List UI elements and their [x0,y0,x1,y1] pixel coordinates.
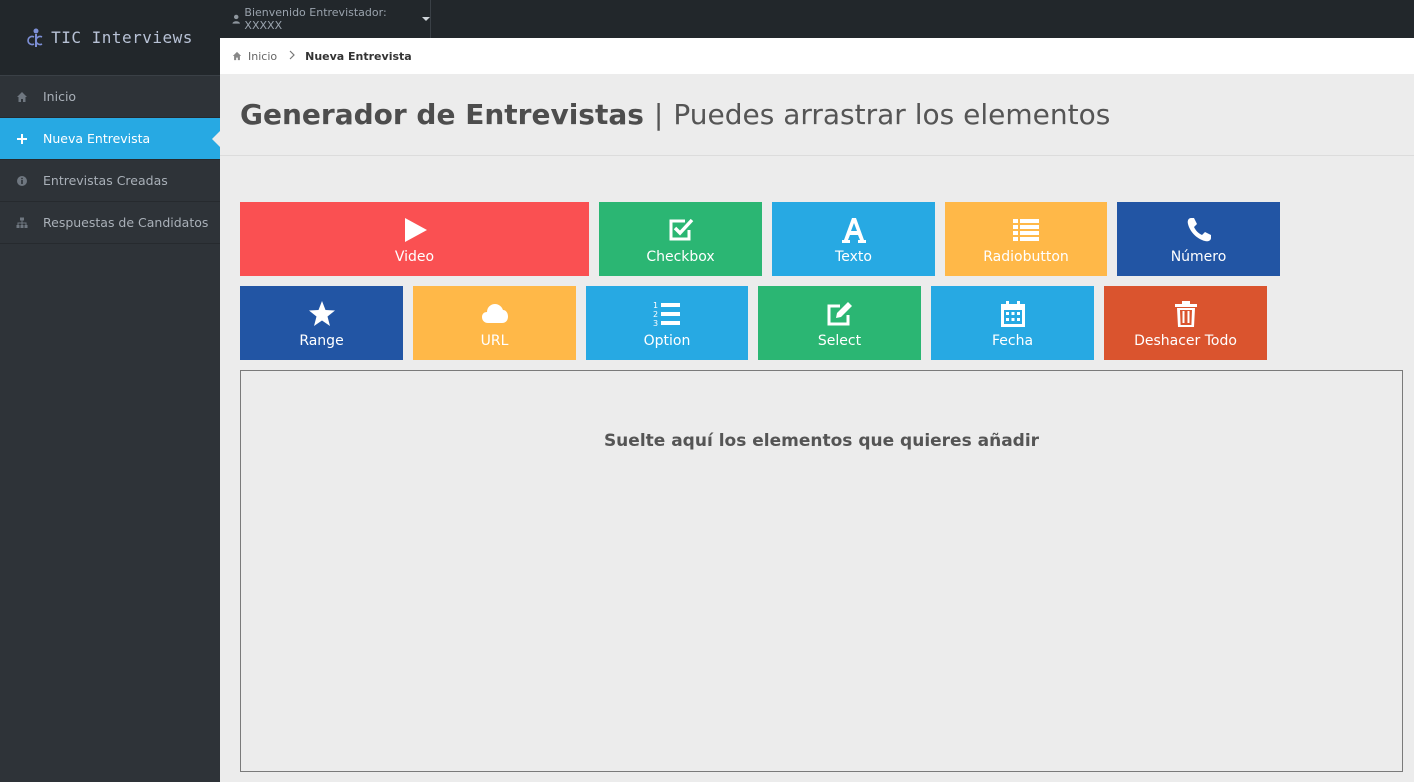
dropzone-text: Suelte aquí los elementos que quieres añ… [603,431,1040,451]
play-icon [400,215,430,245]
sitemap-icon [16,217,28,229]
numero-tile[interactable]: Número [1117,202,1280,276]
tile-label: Radiobutton [983,249,1069,265]
sidebar-item-inicio[interactable]: Inicio [0,76,220,118]
sidebar-item-label: Inicio [43,89,77,104]
list-icon [1011,215,1041,245]
breadcrumb: Inicio Nueva Entrevista [220,38,1414,74]
radiobutton-tile[interactable]: Radiobutton [945,202,1107,276]
tile-label: Option [643,333,691,349]
logo[interactable]: TIC Interviews [0,0,220,76]
tile-label: Deshacer Todo [1134,333,1237,349]
sidebar-item-respuestas-candidatos[interactable]: Respuestas de Candidatos [0,202,220,244]
tile-label: Select [817,333,862,349]
option-tile[interactable]: 123 Option [586,286,748,360]
user-menu[interactable]: Bienvenido Entrevistador: XXXXX [220,0,431,38]
edit-icon [825,299,855,329]
sidebar-item-entrevistas-creadas[interactable]: Entrevistas Creadas [0,160,220,202]
texto-tile[interactable]: Texto [772,202,935,276]
tile-label: Número [1170,249,1227,265]
logo-text: TIC Interviews [51,28,193,47]
title-separator: | [653,98,664,131]
home-icon [232,51,242,61]
tile-label: Video [394,249,435,265]
video-tile[interactable]: Video [240,202,589,276]
tile-label: Fecha [991,333,1034,349]
dropzone[interactable]: Suelte aquí los elementos que quieres añ… [240,370,1403,772]
fecha-tile[interactable]: Fecha [931,286,1094,360]
logo-icon [27,28,43,47]
svg-text:1: 1 [653,301,658,310]
page-title: Generador de Entrevistas [240,98,644,131]
check-square-icon [666,215,696,245]
trash-icon [1171,299,1201,329]
sidebar-item-label: Respuestas de Candidatos [43,215,209,230]
url-tile[interactable]: URL [413,286,576,360]
plus-icon [16,133,28,145]
tile-label: Texto [835,249,872,265]
ordered-list-icon: 123 [652,299,682,329]
topbar: Bienvenido Entrevistador: XXXXX [220,0,1414,38]
page-header: Generador de Entrevistas | Puedes arrast… [220,74,1414,156]
user-icon [232,14,240,24]
font-icon [839,215,869,245]
tile-label: URL [480,333,509,349]
calendar-icon [998,299,1028,329]
select-tile[interactable]: Select [758,286,921,360]
sidebar-item-label: Nueva Entrevista [43,131,151,146]
home-icon [16,91,28,103]
range-tile[interactable]: Range [240,286,403,360]
svg-text:2: 2 [653,310,658,319]
sidebar-item-nueva-entrevista[interactable]: Nueva Entrevista [0,118,220,160]
breadcrumb-home[interactable]: Inicio [232,50,277,63]
deshacer-todo-tile[interactable]: Deshacer Todo [1104,286,1267,360]
sidebar-item-label: Entrevistas Creadas [43,173,168,188]
star-icon [307,299,337,329]
breadcrumb-current: Nueva Entrevista [305,49,412,63]
phone-icon [1184,215,1214,245]
page-subtitle: Puedes arrastrar los elementos [673,98,1111,131]
tile-label: Checkbox [646,249,715,265]
caret-down-icon [422,17,430,21]
info-icon [16,175,28,187]
tile-label: Range [299,333,344,349]
sidebar: TIC Interviews Inicio Nueva Entrevista E… [0,0,220,782]
user-menu-label: Bienvenido Entrevistador: XXXXX [244,6,387,32]
chevron-right-icon [289,49,295,63]
checkbox-tile[interactable]: Checkbox [599,202,762,276]
breadcrumb-home-label: Inicio [248,49,278,63]
cloud-icon [480,299,510,329]
svg-text:3: 3 [653,319,658,328]
